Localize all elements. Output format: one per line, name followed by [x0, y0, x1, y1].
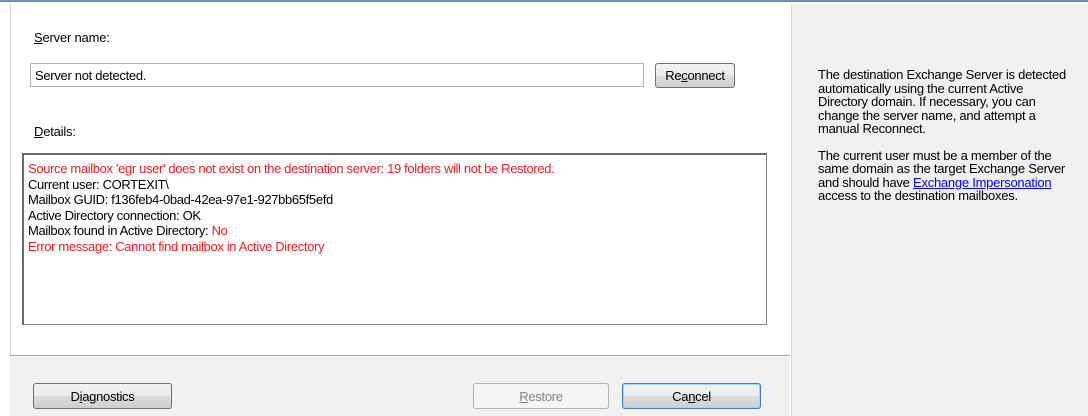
help-paragraph-2: The current user must be a member of the…: [818, 147, 1066, 203]
details-line-mailbox-found: Mailbox found in Active Directory: No: [28, 223, 228, 238]
server-name-label: Server name:: [34, 30, 110, 45]
restore-dialog: Server name: Server not detected. Re c onn…: [0, 0, 1088, 416]
help-paragraph-1: The destination Exchange Server is detec…: [818, 67, 1066, 136]
server-name-value: Server not detected.: [35, 67, 147, 83]
help-text: The destination Exchange Server is detec…: [818, 68, 1068, 216]
details-line-ad-connection: Active Directory connection: OK: [28, 207, 201, 223]
restore-button[interactable]: Restore: [473, 383, 609, 409]
reconnect-button[interactable]: Re c onnect: [655, 63, 735, 88]
details-textarea[interactable]: Source mailbox 'egr user' does not exist…: [22, 153, 767, 325]
details-line-mailbox-guid: Mailbox GUID: f136feb4-0bad-42ea-97e1-92…: [28, 192, 333, 207]
details-line-warning: Source mailbox 'egr user' does not exist…: [28, 161, 555, 176]
cancel-button[interactable]: Ca n cel: [622, 383, 761, 409]
mailbox-found-value: No: [211, 223, 228, 238]
details-line-error-message: Error message: Cannot find mailbox in Ac…: [28, 238, 325, 254]
diagnostics-button[interactable]: Di agnostics: [33, 383, 172, 409]
details-label: Details:: [34, 124, 76, 139]
server-name-input[interactable]: Server not detected.: [30, 63, 644, 87]
details-line-current-user: Current user: CORTEXIT\: [28, 176, 169, 192]
